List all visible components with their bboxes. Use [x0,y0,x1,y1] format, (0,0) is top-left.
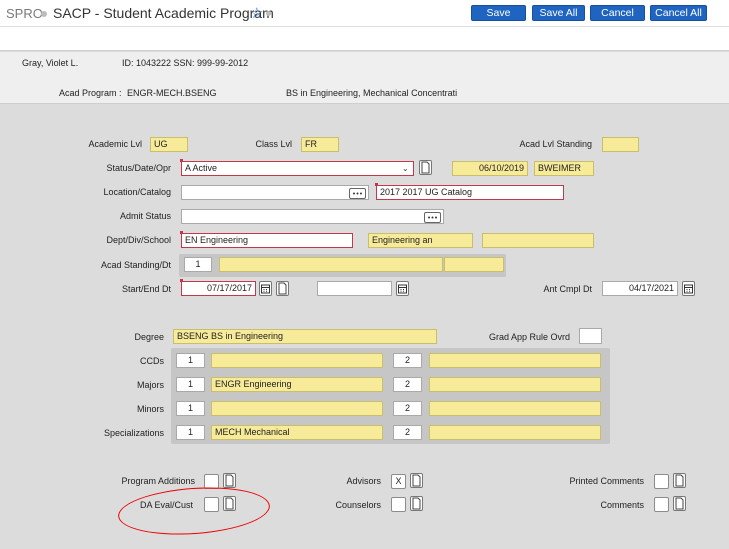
printed-comments-label: Printed Comments [569,476,644,486]
start-date-detail-icon[interactable] [276,281,289,296]
minors-field-1[interactable] [211,401,383,416]
acad-lvl-standing-field[interactable] [602,137,639,152]
ant-cmpl-date-field[interactable]: 04/17/2021 [602,281,678,296]
status-date-opr-label: Status/Date/Opr [106,163,171,173]
status-select[interactable]: A Active [181,161,414,176]
acad-program-label: Acad Program : [59,88,122,98]
majors-row1-number: 1 [176,377,205,392]
ant-cmpl-dt-label: Ant Cmpl Dt [543,284,592,294]
student-id-line: ID: 1043222 SSN: 999-99-2012 [122,58,249,68]
counselors-checkbox[interactable] [391,497,406,512]
printed-comments-detail-icon[interactable] [673,473,686,488]
specializations-label: Specializations [103,428,164,438]
printed-comments-checkbox[interactable] [654,474,669,489]
school-field[interactable] [482,233,594,248]
end-date-field[interactable] [317,281,392,296]
admit-status-lookup-icon[interactable] [424,212,441,223]
chevron-down-icon[interactable]: ⌄ [402,164,409,173]
app-code: SPRO [6,6,43,21]
majors-label: Majors [136,380,164,390]
minors-row2-number: 2 [393,401,422,416]
save-all-button[interactable]: Save All [532,5,585,21]
location-lookup-icon[interactable] [349,188,366,199]
location-catalog-label: Location/Catalog [103,187,171,197]
dept-div-school-label: Dept/Div/School [106,235,171,245]
minors-label: Minors [136,404,164,414]
advisors-checkbox[interactable]: X [391,474,406,489]
annotation-circle [116,482,272,540]
calendar-icon[interactable] [396,281,409,296]
ccds-field-1[interactable] [211,353,383,368]
majors-row2-number: 2 [393,377,422,392]
advisors-detail-icon[interactable] [410,473,423,488]
counselors-detail-icon[interactable] [410,496,423,511]
status-detail-icon[interactable] [419,160,432,175]
comments-checkbox[interactable] [654,497,669,512]
save-button[interactable]: Save [471,5,526,21]
class-lvl-label: Class Lvl [255,139,292,149]
degree-field[interactable]: BSENG BS in Engineering [173,329,437,344]
status-select-value: A Active [185,163,218,173]
comments-label: Comments [600,500,644,510]
start-date-field[interactable]: 07/17/2017 [181,281,256,296]
cancel-all-button[interactable]: Cancel All [650,5,707,21]
majors-field-1[interactable]: ENGR Engineering [211,377,383,392]
location-field[interactable] [181,185,369,200]
div-field[interactable]: Engineering an [368,233,473,248]
academic-lvl-field[interactable]: UG [150,137,188,152]
admit-status-field[interactable] [181,209,444,224]
program-additions-label: Program Additions [121,476,195,486]
page-title: SACP - Student Academic Program [53,5,274,21]
start-end-dt-label: Start/End Dt [121,284,171,294]
status-date-field[interactable]: 06/10/2019 [452,161,528,176]
counselors-label: Counselors [335,500,381,510]
acad-standing-date-field[interactable] [444,257,504,272]
favorite-star-icon[interactable]: ☆ [250,4,263,22]
majors-field-2[interactable] [429,377,601,392]
academic-lvl-label: Academic Lvl [88,139,142,149]
calendar-icon[interactable] [259,281,272,296]
admit-status-label: Admit Status [119,211,171,221]
minors-field-2[interactable] [429,401,601,416]
separator-dot [41,11,47,17]
cancel-button[interactable]: Cancel [590,5,645,21]
blank-toolbar [0,27,729,51]
acad-program-code: ENGR-MECH.BSENG [127,88,217,98]
dept-field[interactable]: EN Engineering [181,233,353,248]
ccds-row1-number: 1 [176,353,205,368]
grad-app-rule-ovrd-label: Grad App Rule Ovrd [488,332,570,342]
separator-dot [266,11,271,16]
specializations-field-1[interactable]: MECH Mechanical [211,425,383,440]
specializations-field-2[interactable] [429,425,601,440]
comments-detail-icon[interactable] [673,496,686,511]
ccds-row2-number: 2 [393,353,422,368]
degree-label: Degree [134,332,164,342]
status-opr-field[interactable]: BWEIMER [534,161,594,176]
advisors-label: Advisors [346,476,381,486]
acad-lvl-standing-label: Acad Lvl Standing [519,139,592,149]
calendar-icon[interactable] [682,281,695,296]
student-name: Gray, Violet L. [22,58,79,68]
ccds-field-2[interactable] [429,353,601,368]
acad-standing-dt-label: Acad Standing/Dt [100,260,171,270]
program-additions-detail-icon[interactable] [223,473,236,488]
minors-row1-number: 1 [176,401,205,416]
ccds-label: CCDs [140,356,164,366]
acad-standing-field[interactable] [219,257,443,272]
acad-program-desc: BS in Engineering, Mechanical Concentrat… [286,88,458,98]
catalog-field[interactable]: 2017 2017 UG Catalog [376,185,564,200]
class-lvl-field[interactable]: FR [301,137,339,152]
acad-standing-row-number: 1 [184,257,212,272]
specializations-row1-number: 1 [176,425,205,440]
specializations-row2-number: 2 [393,425,422,440]
grad-app-rule-ovrd-field[interactable] [579,328,602,344]
